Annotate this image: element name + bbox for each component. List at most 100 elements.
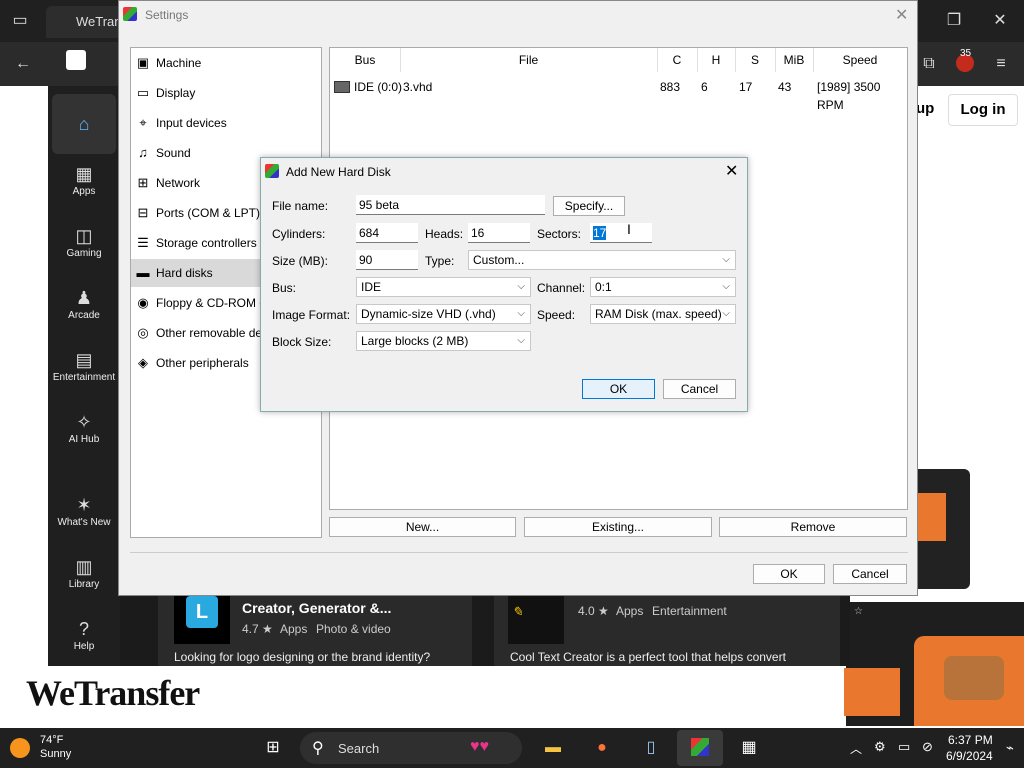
heads-label: Heads: (425, 227, 464, 241)
file-name-input[interactable]: 95 beta (356, 195, 545, 215)
app-card-subcategory: Entertainment (652, 604, 727, 618)
emulator-taskbar-button[interactable] (677, 730, 723, 766)
column-header-file[interactable]: File (400, 48, 658, 72)
tree-item-label: Machine (156, 56, 202, 70)
storage-icon: ☰ (137, 235, 149, 250)
tree-item-label: Floppy & CD-ROM d (156, 296, 267, 310)
sidebar-item-ai-hub[interactable]: ✧ AI Hub (48, 406, 120, 466)
search-box[interactable]: ⚲ Search ♥♥ (300, 732, 522, 764)
firefox-icon[interactable]: ● (587, 734, 617, 762)
library-icon: ▥ (75, 557, 93, 577)
settings-cancel-button[interactable]: Cancel (833, 564, 907, 584)
chevron-down-icon: ⌵ (722, 281, 730, 292)
notification-icon[interactable]: ⌁ (1006, 740, 1014, 756)
sidebar-item-gaming[interactable]: ◫ Gaming (48, 220, 120, 280)
image-format-label: Image Format: (272, 308, 351, 322)
close-icon[interactable]: ✕ (895, 5, 908, 25)
tree-item-machine[interactable]: ▣ Machine (131, 49, 321, 77)
tree-item-display[interactable]: ▭ Display (131, 79, 321, 107)
column-header-speed[interactable]: Speed (813, 48, 907, 72)
app-card-logo[interactable]: L Creator, Generator &... 4.7 ★ Apps Pho… (158, 594, 472, 666)
app-card-description: Cool Text Creator is a perfect tool that… (510, 650, 786, 664)
image-format-select[interactable]: Dynamic-size VHD (.vhd) ⌵ (356, 304, 531, 324)
dialog-cancel-button[interactable]: Cancel (663, 379, 736, 399)
bus-select[interactable]: IDE ⌵ (356, 277, 531, 297)
sidebar-item-entertainment[interactable]: ▤ Entertainment (48, 344, 120, 404)
sectors-value: 17 (593, 226, 607, 240)
sectors-input[interactable]: 17 (590, 223, 652, 243)
settings-tray-icon[interactable]: ⚙ (874, 739, 886, 755)
promo-card[interactable] (916, 469, 970, 589)
specify-button[interactable]: Specify... (553, 196, 625, 216)
back-icon[interactable]: ← (12, 54, 34, 74)
menu-icon[interactable]: ≡ (990, 54, 1012, 74)
cylinders-input[interactable]: 684 (356, 223, 418, 243)
promo-card-2[interactable]: ☆ (844, 602, 1024, 726)
browser-tab[interactable]: WeTran (46, 6, 126, 38)
sidebar-item-whats-new[interactable]: ✶ What's New (48, 489, 120, 549)
sidebar-item-home[interactable]: ⌂ (52, 94, 116, 154)
port-icon: ⊟ (137, 205, 149, 220)
promo-thumb (844, 668, 900, 716)
sidebar-item-apps[interactable]: ▦ Apps (48, 158, 120, 218)
clock-date[interactable]: 6/9/2024 (946, 749, 993, 763)
start-icon[interactable]: ⊞ (258, 734, 288, 762)
dialog-ok-button[interactable]: OK (582, 379, 655, 399)
floppy-icon: ◉ (137, 295, 149, 310)
cylinders-label: Cylinders: (272, 227, 326, 241)
tree-item-input-devices[interactable]: ⌖ Input devices (131, 109, 321, 137)
column-header-mib[interactable]: MiB (775, 48, 814, 72)
text-creator-logo: ✎ (512, 604, 523, 619)
tree-item-label: Input devices (156, 116, 227, 130)
type-select[interactable]: Custom... ⌵ (468, 250, 736, 270)
table-row[interactable]: IDE (0:0) 3.vhd 883 6 17 43 [1989] 3500 … (330, 76, 907, 112)
restore-icon[interactable]: ❐ (944, 11, 964, 31)
block-size-select[interactable]: Large blocks (2 MB) ⌵ (356, 331, 531, 351)
gamepad-icon: ◫ (75, 226, 93, 246)
remove-disk-button[interactable]: Remove (719, 517, 907, 537)
settings-ok-button[interactable]: OK (753, 564, 825, 584)
clock-time[interactable]: 6:37 PM (948, 733, 993, 747)
login-button[interactable]: Log in (948, 94, 1018, 126)
badge-count: 35 (960, 48, 972, 59)
speed-select[interactable]: RAM Disk (max. speed) ⌵ (590, 304, 736, 324)
column-header-h[interactable]: H (697, 48, 736, 72)
size-input[interactable]: 90 (356, 250, 418, 270)
heads-input[interactable]: 16 (468, 223, 530, 243)
sidebar-item-help[interactable]: ? Help (48, 613, 120, 673)
tab-actions-icon[interactable]: ▭ (10, 11, 30, 31)
ms-store-icon[interactable]: ▦ (734, 734, 764, 762)
cell-h: 6 (701, 80, 708, 94)
chevron-up-icon[interactable]: ︿ (850, 740, 862, 757)
close-icon[interactable]: ✕ (990, 11, 1010, 31)
browser-tab-title: WeTran (76, 14, 122, 29)
column-header-bus[interactable]: Bus (330, 48, 401, 72)
tree-item-label: Hard disks (156, 266, 213, 280)
existing-disk-button[interactable]: Existing... (524, 517, 712, 537)
file-explorer-icon[interactable]: ▬ (538, 734, 568, 762)
sun-icon[interactable] (10, 738, 30, 758)
column-header-c[interactable]: C (657, 48, 698, 72)
column-header-s[interactable]: S (735, 48, 776, 72)
sidebar-item-label: Gaming (66, 248, 102, 259)
network-off-icon[interactable]: ⊘ (922, 739, 933, 755)
search-icon: ⚲ (312, 740, 324, 757)
channel-value: 0:1 (595, 280, 612, 294)
close-icon[interactable]: ✕ (725, 161, 738, 181)
network-icon: ⊞ (137, 175, 149, 190)
app-card-category: Apps (616, 604, 644, 618)
display-tray-icon[interactable]: ▭ (898, 739, 910, 755)
block-size-label: Block Size: (272, 335, 332, 349)
extensions-icon[interactable]: ⧉ (918, 54, 940, 74)
sidebar-item-arcade[interactable]: ♟ Arcade (48, 282, 120, 342)
channel-select[interactable]: 0:1 ⌵ (590, 277, 736, 297)
signup-button[interactable]: up (916, 100, 934, 117)
new-disk-button[interactable]: New... (329, 517, 516, 537)
sidebar-item-library[interactable]: ▥ Library (48, 551, 120, 611)
clapper-icon: ▤ (75, 350, 93, 370)
notebook-icon[interactable]: ▯ (636, 734, 666, 762)
speed-value: RAM Disk (max. speed) (595, 307, 722, 321)
app-card-text-creator[interactable]: ✎ 4.0 ★ Apps Entertainment Cool Text Cre… (494, 594, 840, 666)
speed-label: Speed: (537, 308, 576, 322)
star-icon: ☆ (854, 606, 863, 617)
